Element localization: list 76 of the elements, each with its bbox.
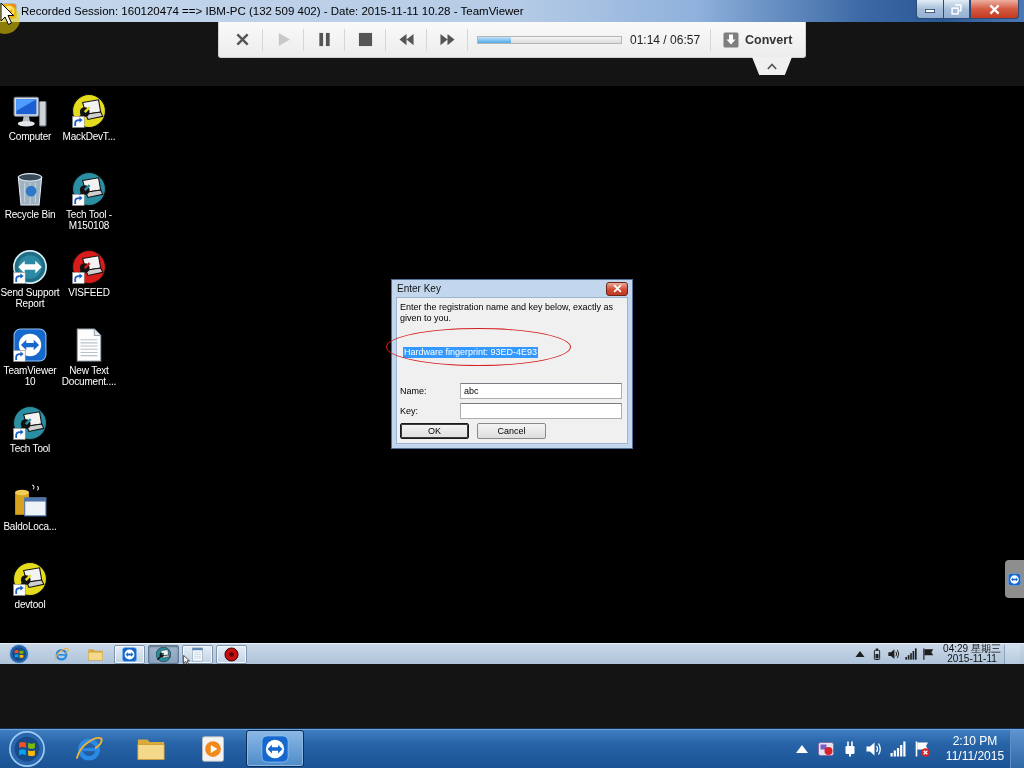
restore-button[interactable]	[943, 0, 970, 19]
close-button[interactable]	[970, 0, 1019, 19]
start-orb-icon[interactable]	[9, 730, 45, 767]
flag-icon[interactable]	[922, 648, 934, 660]
desktop-icon-label[interactable]: TeamViewer 10	[0, 365, 60, 387]
stop-icon[interactable]	[357, 32, 373, 47]
browser-e-icon[interactable]	[75, 734, 103, 763]
desktop-icon-label[interactable]: Tech Tool	[9, 443, 51, 454]
close-icon[interactable]	[234, 32, 250, 47]
double-arrow-tile-icon	[122, 646, 137, 662]
desktop-icon-label[interactable]: devtool	[14, 599, 46, 610]
start-orb-icon[interactable]	[9, 644, 29, 664]
text-field[interactable]	[460, 403, 622, 419]
desktop-icon-label[interactable]: VISFEED	[68, 287, 110, 298]
desktop-icon-label[interactable]: Tech Tool - M150108	[60, 209, 118, 231]
wrench-disc-icon[interactable]	[72, 172, 106, 206]
taskbar-button[interactable]	[216, 644, 247, 664]
monitor-icon[interactable]	[13, 94, 47, 128]
arrows-disc-icon[interactable]	[13, 250, 47, 284]
desktop-icon-label[interactable]: Computer	[8, 131, 52, 142]
media-player-icon[interactable]	[199, 734, 227, 763]
dialog-button[interactable]: OK	[400, 423, 469, 439]
close-button[interactable]	[606, 281, 628, 296]
pause-icon[interactable]	[316, 32, 332, 47]
field-label: Key:	[400, 406, 419, 416]
battery-icon[interactable]	[871, 648, 883, 660]
wrench-disc-icon[interactable]	[13, 562, 47, 596]
restore-icon	[951, 3, 962, 15]
collapse-tab[interactable]	[752, 57, 792, 75]
signal-bars-icon[interactable]	[905, 648, 917, 660]
double-arrow-tile-icon[interactable]	[13, 328, 47, 362]
desktop-icon-label[interactable]: New Text Document....	[60, 365, 118, 387]
double-arrow-tile-icon	[261, 734, 289, 763]
taskbar-button[interactable]	[148, 644, 179, 664]
wrench-disc-icon	[156, 646, 171, 662]
clock-date: 2015-11-11	[947, 654, 997, 664]
window-title: Recorded Session: 160120474 ==> IBM-PC (132 509 402) - Date: 2015-11-11 10.28 - TeamViewer	[21, 5, 524, 17]
signal-bars-icon[interactable]	[890, 740, 906, 757]
desktop-icon-label[interactable]: Send Support Report	[0, 287, 60, 309]
desktop-icon-label[interactable]: MackDevT...	[62, 131, 116, 142]
close-icon	[989, 3, 1000, 15]
wrench-disc-icon[interactable]	[72, 250, 106, 284]
clock-time: 2:10 PM	[952, 733, 998, 749]
convert-button[interactable]: Convert	[719, 25, 797, 54]
download-box-icon	[723, 31, 740, 48]
fingerprint-text: Hardware fingerprint: 93ED-4E93	[403, 347, 539, 358]
dialog-title: Enter Key	[397, 283, 441, 294]
playback-time: 01:14 / 06:57	[630, 32, 701, 47]
wrench-disc-icon[interactable]	[13, 406, 47, 440]
desktop-icon-label[interactable]: Recycle Bin	[4, 209, 56, 220]
field-label: Name:	[400, 386, 428, 396]
text-field[interactable]: abc	[460, 383, 622, 399]
clock-time: 04:29 星期三	[943, 644, 1001, 654]
notepad-icon	[190, 646, 205, 662]
desktop-icon-label[interactable]: BaldoLoca...	[3, 521, 57, 532]
close-icon	[612, 284, 622, 293]
record-disc-icon	[224, 646, 239, 662]
dialog-button[interactable]: Cancel	[477, 423, 546, 439]
clock-date: 11/11/2015	[945, 748, 1005, 764]
minimize-button[interactable]	[916, 0, 943, 19]
fast-forward-icon[interactable]	[439, 32, 455, 47]
rewind-icon[interactable]	[398, 32, 414, 47]
dialog-message: Enter the registration name and key below, exactly as given to you.	[400, 302, 615, 324]
chevron-up-icon	[767, 62, 777, 70]
mouse-pointer-icon	[183, 655, 190, 665]
app-badge-icon[interactable]	[818, 740, 834, 757]
package-icon[interactable]	[13, 484, 47, 518]
double-arrow-tile-icon	[1008, 572, 1021, 586]
speaker-icon[interactable]	[888, 648, 900, 660]
speaker-icon[interactable]	[866, 740, 882, 757]
wrench-disc-icon[interactable]	[72, 94, 106, 128]
minimize-icon	[925, 9, 935, 13]
taskbar-button[interactable]	[246, 730, 304, 767]
progress-track[interactable]	[477, 35, 622, 44]
side-panel-tab[interactable]	[1005, 560, 1024, 598]
flag-error-icon[interactable]	[914, 740, 930, 757]
